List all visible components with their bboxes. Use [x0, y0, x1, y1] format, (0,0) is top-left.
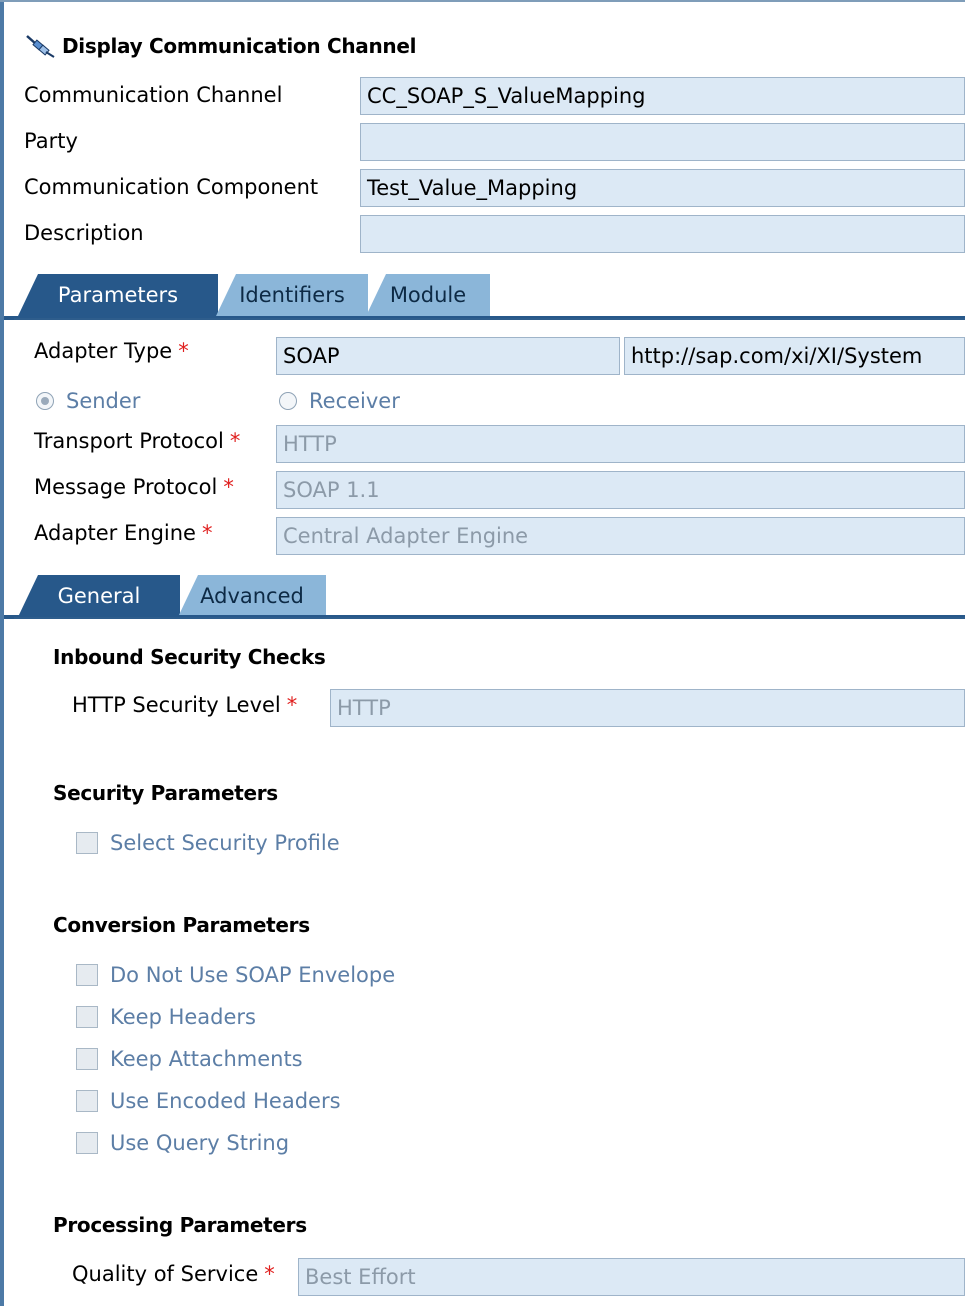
tab-parameters[interactable]: Parameters — [18, 274, 218, 316]
adapter-namespace-field[interactable]: http://sap.com/xi/XI/System — [624, 337, 965, 375]
channel-plug-icon — [26, 35, 55, 58]
checkbox-icon — [76, 1048, 98, 1070]
channel-field[interactable]: CC_SOAP_S_ValueMapping — [360, 77, 965, 115]
page-title: Display Communication Channel — [24, 33, 416, 59]
security-parameters-heading: Security Parameters — [53, 781, 278, 805]
radio-unselected-icon — [279, 392, 297, 410]
tab-divider — [14, 318, 965, 320]
message-protocol-field[interactable]: SOAP 1.1 — [276, 471, 965, 509]
required-marker: * — [201, 521, 213, 545]
window-top-border — [0, 0, 965, 9]
sub-tabstrip: General Advanced — [4, 575, 965, 619]
component-label: Communication Component — [24, 175, 319, 199]
inbound-security-heading: Inbound Security Checks — [53, 645, 326, 669]
main-tabstrip: Parameters Identifiers Module — [4, 274, 965, 320]
checkbox-icon — [76, 1090, 98, 1112]
keep-headers-checkbox[interactable]: Keep Headers — [76, 1005, 256, 1029]
tab-module[interactable]: Module — [366, 274, 490, 316]
radio-selected-icon — [36, 392, 54, 410]
processing-parameters-heading: Processing Parameters — [53, 1213, 307, 1237]
party-field[interactable] — [360, 123, 965, 161]
quality-of-service-label: Quality of Service * — [72, 1262, 275, 1286]
checkbox-icon — [76, 964, 98, 986]
required-marker: * — [178, 339, 189, 363]
transport-protocol-field[interactable]: HTTP — [276, 425, 965, 463]
use-encoded-headers-checkbox[interactable]: Use Encoded Headers — [76, 1089, 341, 1113]
adapter-engine-field[interactable]: Central Adapter Engine — [276, 517, 965, 555]
tab-advanced[interactable]: Advanced — [178, 575, 326, 617]
http-security-level-field[interactable]: HTTP — [330, 689, 965, 727]
tab-general[interactable]: General — [18, 575, 180, 617]
select-security-profile-checkbox[interactable]: Select Security Profile — [76, 831, 340, 855]
component-field[interactable]: Test_Value_Mapping — [360, 169, 965, 207]
party-label: Party — [24, 129, 78, 153]
adapter-type-label: Adapter Type * — [34, 339, 189, 363]
channel-label: Communication Channel — [24, 83, 283, 107]
checkbox-icon — [76, 1006, 98, 1028]
no-soap-envelope-checkbox[interactable]: Do Not Use SOAP Envelope — [76, 963, 395, 987]
adapter-engine-label: Adapter Engine * — [34, 521, 213, 545]
required-marker: * — [264, 1262, 275, 1286]
checkbox-icon — [76, 1132, 98, 1154]
required-marker: * — [223, 475, 234, 499]
window-left-border — [0, 0, 4, 1306]
description-label: Description — [24, 221, 144, 245]
required-marker: * — [286, 693, 298, 717]
page-title-text: Display Communication Channel — [62, 34, 417, 58]
radio-receiver[interactable]: Receiver — [279, 389, 400, 413]
use-query-string-checkbox[interactable]: Use Query String — [76, 1131, 289, 1155]
message-protocol-label: Message Protocol * — [34, 475, 234, 499]
checkbox-icon — [76, 832, 98, 854]
transport-protocol-label: Transport Protocol * — [34, 429, 241, 453]
subtab-divider — [14, 617, 965, 619]
description-field[interactable] — [360, 215, 965, 253]
conversion-parameters-heading: Conversion Parameters — [53, 913, 310, 937]
radio-sender[interactable]: Sender — [36, 389, 140, 413]
keep-attachments-checkbox[interactable]: Keep Attachments — [76, 1047, 303, 1071]
http-security-level-label: HTTP Security Level * — [72, 693, 298, 717]
adapter-type-field[interactable]: SOAP — [276, 337, 620, 375]
tab-identifiers[interactable]: Identifiers — [216, 274, 368, 316]
required-marker: * — [229, 429, 241, 453]
quality-of-service-field[interactable]: Best Effort — [298, 1258, 965, 1296]
